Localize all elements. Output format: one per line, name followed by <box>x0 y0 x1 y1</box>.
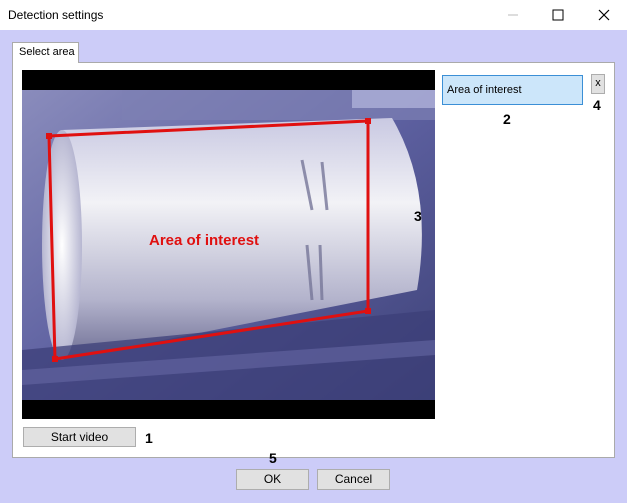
close-icon <box>598 9 610 21</box>
tab-label: Select area <box>19 46 75 58</box>
polygon-handle[interactable] <box>365 118 371 124</box>
polygon-handle[interactable] <box>52 356 58 362</box>
polygon-handle[interactable] <box>46 133 52 139</box>
callout-3: 3 <box>414 208 422 224</box>
title-bar: Detection settings <box>0 0 627 30</box>
maximize-button[interactable] <box>535 0 581 30</box>
minimize-icon <box>508 14 518 16</box>
callout-4: 4 <box>593 97 601 113</box>
area-overlay-label: Area of interest <box>149 232 260 249</box>
area-list-item[interactable]: Area of interest <box>442 75 583 105</box>
ok-label: OK <box>263 472 282 486</box>
delete-area-button[interactable]: x <box>591 74 605 94</box>
maximize-icon <box>552 9 564 21</box>
tab-select-area[interactable]: Select area <box>12 42 79 63</box>
callout-5: 5 <box>269 450 277 466</box>
cancel-label: Cancel <box>334 472 373 486</box>
start-video-button[interactable]: Start video <box>23 427 136 447</box>
callout-1: 1 <box>145 430 153 446</box>
start-video-label: Start video <box>50 430 109 444</box>
minimize-button[interactable] <box>490 0 536 30</box>
window-title: Detection settings <box>8 8 104 22</box>
cancel-button[interactable]: Cancel <box>317 469 390 490</box>
polygon-handle[interactable] <box>365 308 371 314</box>
close-button[interactable] <box>581 0 627 30</box>
tank-end <box>42 130 82 360</box>
delete-area-label: x <box>595 77 601 89</box>
area-list-item-label: Area of interest <box>447 84 522 96</box>
ok-button[interactable]: OK <box>236 469 309 490</box>
callout-2: 2 <box>503 111 511 127</box>
